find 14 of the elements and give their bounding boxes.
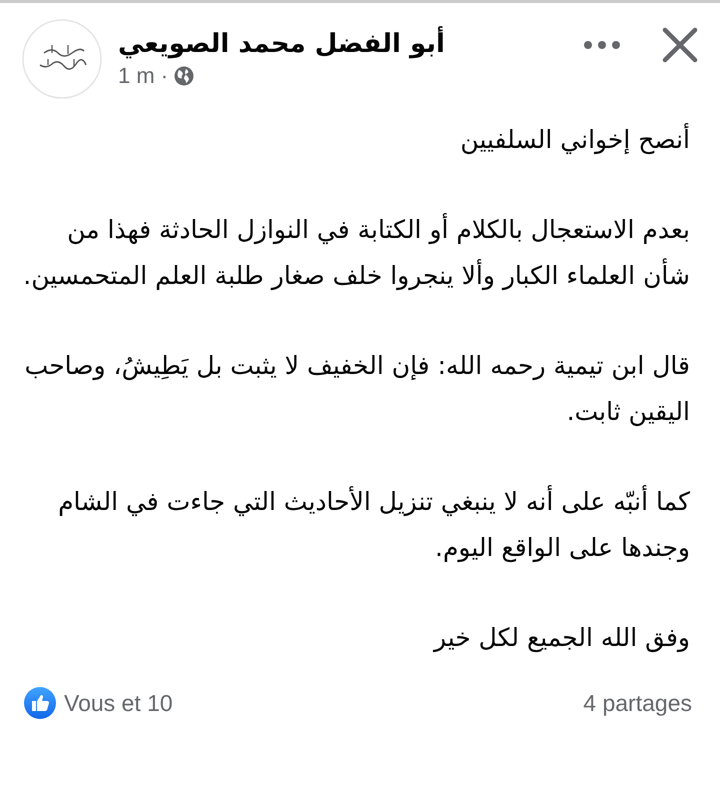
- post-time[interactable]: 1 m: [118, 63, 155, 89]
- like-icon: [24, 687, 56, 719]
- post-paragraph: وفق الله الجميع لكل خير: [432, 622, 690, 654]
- separator-dot: ·: [160, 63, 168, 89]
- close-button[interactable]: [662, 27, 698, 63]
- avatar-icon[interactable]: [22, 19, 102, 99]
- post-paragraph: بعدم الاستعجال بالكلام أو الكتابة في النوازل الحادثة فهذا من شأن العلماء الكبار وألا ينجروا خلف صغار طلبة العلم المتحمسين.: [22, 212, 690, 292]
- share-count[interactable]: 4 partages: [583, 690, 692, 716]
- post-paragraph: قال ابن تيمية رحمه الله: فإن الخفيف لا يثبت بل يَطِيشُ، وصاحب اليقين ثابت.: [24, 350, 690, 428]
- post-paragraph: كما أنبّه على أنه لا ينبغي تنزيل الأحاديث التي جاءت في الشام وجندها على الواقع اليوم.: [57, 484, 690, 564]
- more-options-button[interactable]: [582, 40, 622, 50]
- reaction-count[interactable]: Vous et 10: [64, 690, 173, 716]
- globe-icon: [174, 66, 194, 86]
- post-paragraph: أنصح إخواني السلفيين: [459, 122, 690, 156]
